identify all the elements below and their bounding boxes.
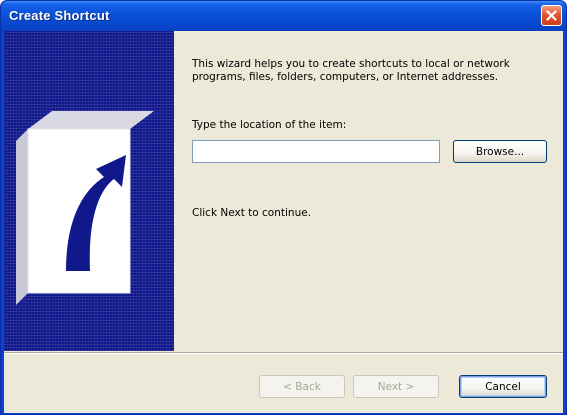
next-button[interactable]: Next > — [353, 375, 439, 398]
back-button[interactable]: < Back — [259, 375, 345, 398]
location-label: Type the location of the item: — [192, 119, 347, 131]
browse-button[interactable]: Browse... — [453, 140, 547, 163]
close-icon — [546, 10, 557, 21]
window-title: Create Shortcut — [9, 8, 110, 23]
shortcut-arrow-icon — [16, 111, 154, 305]
cancel-button[interactable]: Cancel — [459, 375, 547, 398]
location-input[interactable] — [192, 140, 440, 163]
continue-instruction: Click Next to continue. — [192, 207, 312, 219]
wizard-client-area: This wizard helps you to create shortcut… — [4, 31, 563, 413]
close-button[interactable] — [541, 5, 562, 26]
create-shortcut-window: Create Shortcut This wizard helps you to… — [0, 0, 567, 415]
wizard-intro-text: This wizard helps you to create shortcut… — [192, 58, 510, 83]
title-bar[interactable]: Create Shortcut — [1, 1, 566, 31]
wizard-banner — [4, 31, 174, 351]
footer-divider — [4, 352, 563, 354]
